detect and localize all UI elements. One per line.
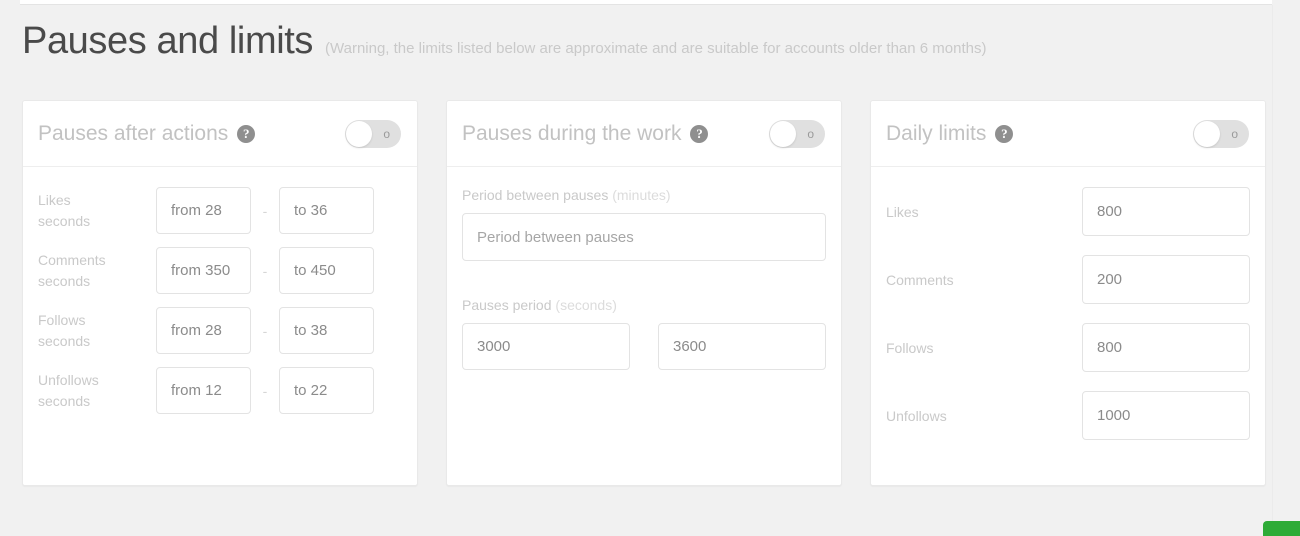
limit-label-follows: Follows [886,339,934,356]
toggle-knob [1194,120,1220,147]
card-body-daily-limits: Likes 800 Comments 200 Follows 800 Unfol… [871,167,1265,485]
range-label-main: Likes [38,192,71,209]
range-separator: - [262,202,268,219]
card-body-pauses-during-work: Period between pauses (minutes) Period b… [447,167,841,485]
question-mark-icon[interactable]: ? [995,124,1014,143]
range-label-sub: seconds [38,212,91,229]
card-header-pauses-during-work: Pauses during the work ? o [447,101,841,167]
toggle-state-label: o [807,126,814,141]
range-row-likes: Likes seconds from 28 - to 36 [38,187,402,234]
daily-limit-unfollows-input[interactable]: 1000 [1082,391,1250,440]
pauses-period-from-input[interactable]: 3000 [462,323,630,370]
range-label-main: Follows [38,312,86,329]
page-right-divider [1272,5,1273,536]
toggle-state-label: o [1231,126,1238,141]
follows-pause-to-input[interactable]: to 38 [279,307,374,354]
pauses-period-to-input[interactable]: 3600 [658,323,826,370]
card-title: Daily limits [886,121,987,145]
page-header: Pauses and limits (Warning, the limits l… [22,22,986,60]
card-body-pauses-after-actions: Likes seconds from 28 - to 36 Comments s… [23,167,417,485]
cards-container: Pauses after actions ? o Likes seconds f… [22,100,1266,486]
card-pauses-after-actions: Pauses after actions ? o Likes seconds f… [22,100,418,486]
toggle-knob [770,120,796,147]
daily-limit-follows-input[interactable]: 800 [1082,323,1250,372]
range-label-sub: seconds [38,392,91,409]
limit-row-unfollows: Unfollows 1000 [886,391,1250,440]
unfollows-pause-from-input[interactable]: from 12 [156,367,251,414]
pauses-period-label-unit: (seconds) [555,297,617,313]
range-separator: - [262,322,268,339]
comments-pause-to-input[interactable]: to 450 [279,247,374,294]
range-separator: - [262,382,268,399]
question-mark-icon[interactable]: ? [237,124,256,143]
range-row-comments: Comments seconds from 350 - to 450 [38,247,402,294]
toggle-state-label: o [383,126,390,141]
pauses-period-label-text: Pauses period [462,297,552,313]
period-between-pauses-label: Period between pauses (minutes) [462,187,826,203]
top-header-strip [20,0,1272,5]
card-header-daily-limits: Daily limits ? o [871,101,1265,167]
limit-label-comments: Comments [886,271,954,288]
likes-pause-to-input[interactable]: to 36 [279,187,374,234]
comments-pause-from-input[interactable]: from 350 [156,247,251,294]
pauses-period-label: Pauses period (seconds) [462,297,826,313]
range-label-sub: seconds [38,332,91,349]
card-header-pauses-after-actions: Pauses after actions ? o [23,101,417,167]
page-title: Pauses and limits [22,20,314,62]
range-separator: - [262,262,268,279]
daily-limit-comments-input[interactable]: 200 [1082,255,1250,304]
range-label-main: Unfollows [38,372,99,389]
range-label-main: Comments [38,252,106,269]
range-label-unfollows: Unfollows seconds [38,370,156,411]
limit-label-likes: Likes [886,203,919,220]
limit-row-comments: Comments 200 [886,255,1250,304]
save-button[interactable] [1263,521,1300,536]
period-label-text: Period between pauses [462,187,609,203]
likes-pause-from-input[interactable]: from 28 [156,187,251,234]
card-daily-limits: Daily limits ? o Likes 800 Comments 200 … [870,100,1266,486]
range-label-likes: Likes seconds [38,190,156,231]
card-title: Pauses during the work [462,121,682,145]
range-row-unfollows: Unfollows seconds from 12 - to 22 [38,367,402,414]
page-warning-text: (Warning, the limits listed below are ap… [325,40,987,57]
toggle-daily-limits[interactable]: o [1193,119,1249,148]
question-mark-icon[interactable]: ? [690,124,709,143]
card-title: Pauses after actions [38,121,229,145]
toggle-knob [346,120,372,147]
range-label-comments: Comments seconds [38,250,156,291]
unfollows-pause-to-input[interactable]: to 22 [279,367,374,414]
range-label-follows: Follows seconds [38,310,156,351]
toggle-pauses-after-actions[interactable]: o [345,119,401,148]
pauses-period-inputs: 3000 3600 [462,323,826,370]
toggle-pauses-during-work[interactable]: o [769,119,825,148]
card-pauses-during-work: Pauses during the work ? o Period betwee… [446,100,842,486]
limit-row-follows: Follows 800 [886,323,1250,372]
limit-row-likes: Likes 800 [886,187,1250,236]
range-row-follows: Follows seconds from 28 - to 38 [38,307,402,354]
range-label-sub: seconds [38,272,91,289]
daily-limit-likes-input[interactable]: 800 [1082,187,1250,236]
follows-pause-from-input[interactable]: from 28 [156,307,251,354]
period-between-pauses-input[interactable]: Period between pauses [462,213,826,261]
period-label-unit: (minutes) [612,187,671,203]
limit-label-unfollows: Unfollows [886,407,947,424]
